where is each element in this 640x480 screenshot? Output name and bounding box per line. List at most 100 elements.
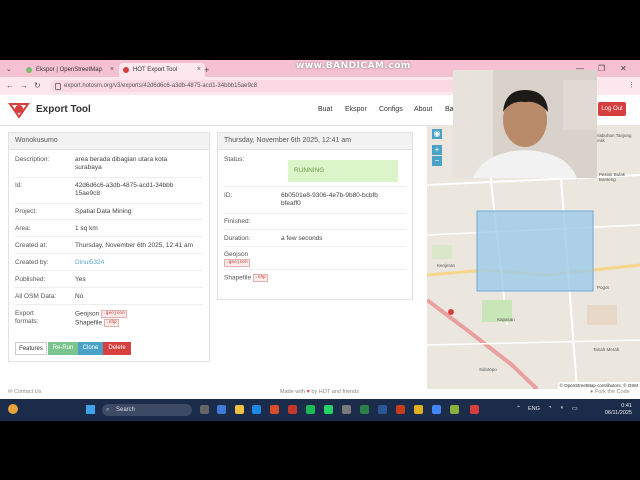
lock-icon <box>55 83 61 90</box>
label-project: Project: <box>15 208 38 215</box>
nav-buat[interactable]: Buat <box>318 104 332 116</box>
qgis-icon[interactable] <box>450 405 459 414</box>
powerpoint-icon[interactable] <box>396 405 405 414</box>
value-id: 42d6d6c6-a3db-4875-acd1-34bbb15ae9c8 <box>75 182 174 197</box>
created-by-link[interactable]: Dinul5324 <box>75 259 104 267</box>
file-shapefile-label: Shapefile <box>224 274 252 282</box>
office-icon[interactable] <box>270 405 279 414</box>
zoom-in-button[interactable]: + <box>432 145 442 155</box>
contact-us-label: Contact Us <box>14 389 42 395</box>
value-export-formats: Geojson .geojson Shapefile .shp <box>75 310 127 327</box>
forward-button[interactable]: → <box>20 79 28 93</box>
chrome-icon[interactable] <box>432 405 441 414</box>
fork-code-link[interactable]: ● Fork the Code <box>590 385 630 399</box>
label-created-by: Created by: <box>15 259 49 266</box>
clock-date: 06/11/2025 <box>604 410 632 416</box>
export-details-card: Wonokusumo Description: area berada diba… <box>8 132 210 362</box>
search-icon: ⌕ <box>106 407 110 413</box>
recorder-watermark: www.BANDICAM.com <box>296 61 411 71</box>
url-text: export.hotosm.org/v3/exports/42d6d6c6-a3… <box>64 83 258 89</box>
label-export-formats: Export formats: <box>15 310 39 325</box>
value-duration: a few seconds <box>281 235 323 242</box>
github-icon: ● <box>590 389 594 395</box>
back-button[interactable]: ← <box>6 79 14 93</box>
label-all-osm-data: All OSM Data: <box>15 293 57 300</box>
weather-icon[interactable] <box>8 404 18 414</box>
app-title[interactable]: Export Tool <box>36 103 91 117</box>
reload-button[interactable]: ↻ <box>34 79 41 93</box>
label-id: Id: <box>15 182 23 189</box>
tray-overflow-icon[interactable]: ⌃ <box>516 405 521 412</box>
export-name-header: Wonokusumo <box>9 133 209 150</box>
made-with-suffix: by HOT and friends <box>311 389 359 395</box>
delete-button[interactable]: Delete <box>103 342 131 355</box>
file-geojson-label: Geojson <box>224 251 249 258</box>
file-geojson[interactable]: Geojson .geojson <box>224 251 250 268</box>
value-project: Spatial Data Mining <box>75 208 132 215</box>
browser-menu-button[interactable]: ⋮ <box>628 80 635 92</box>
tab-hot-export-tool[interactable]: HOT Export Tool × <box>119 63 205 77</box>
volume-icon[interactable]: ◖ <box>560 405 564 411</box>
label-finished: Finished: <box>224 218 251 225</box>
nav-about[interactable]: About <box>414 104 432 116</box>
taskbar-search-input[interactable]: ⌕ Search <box>102 404 192 416</box>
label-run-id: ID: <box>224 192 233 199</box>
export-run-card: Thursday, November 6th 2025, 12:41 am St… <box>217 132 413 300</box>
rerun-button[interactable]: Re-Run <box>48 342 78 355</box>
clock-time: 0:41 <box>621 403 632 409</box>
file-shapefile[interactable]: Shapefile .shp <box>224 274 268 283</box>
value-published: Yes <box>75 276 86 283</box>
nav-configs[interactable]: Configs <box>379 104 403 116</box>
wifi-icon[interactable]: ◔ <box>548 405 552 411</box>
mail-icon: ✉ <box>8 389 13 395</box>
restore-button[interactable]: ❐ <box>598 63 605 75</box>
tab-menu-button[interactable]: ⌄ <box>6 63 12 77</box>
fork-code-label: Fork the Code <box>594 389 630 395</box>
contact-us-link[interactable]: ✉ Contact Us <box>8 385 41 399</box>
label-description: Description: <box>15 156 50 163</box>
app-icon[interactable] <box>414 405 423 414</box>
map-locate-button[interactable]: ◉ <box>432 129 442 139</box>
status-badge: RUNNING <box>288 160 398 182</box>
task-view-icon[interactable] <box>200 405 209 414</box>
zoom-out-button[interactable]: − <box>432 156 442 166</box>
detail-row-created-at: Created at: Thursday, November 6th 2025,… <box>15 239 203 254</box>
word-icon[interactable] <box>378 405 387 414</box>
map-label: Pelabuhan Tanjung Perak <box>593 133 632 143</box>
new-tab-button[interactable]: + <box>204 63 209 77</box>
map-label: Kenjeran <box>437 263 456 268</box>
bandicam-icon[interactable] <box>470 405 479 414</box>
features-button[interactable]: Features <box>15 342 47 355</box>
made-with-text: Made with ♥ by HOT and friends <box>280 385 359 399</box>
start-icon[interactable] <box>86 405 95 414</box>
format-shapefile: Shapefile <box>75 319 103 327</box>
close-tab-icon[interactable]: × <box>197 63 201 77</box>
map-label: Kapasan <box>497 317 515 322</box>
whatsapp-icon[interactable] <box>324 405 333 414</box>
spotify-icon[interactable] <box>306 405 315 414</box>
logout-button[interactable]: Log Out <box>598 102 626 116</box>
osm-favicon-icon <box>26 67 32 73</box>
close-window-button[interactable]: ✕ <box>620 63 627 75</box>
run-row-geojson: Geojson .geojson <box>224 249 406 270</box>
language-indicator[interactable]: ENG <box>528 406 540 412</box>
nav-ekspor[interactable]: Ekspor <box>345 104 367 116</box>
file-tag-shp: .shp <box>252 274 268 282</box>
value-description: area berada dibagian utara kota surabaya <box>75 156 168 171</box>
tab-openstreetmap[interactable]: Ekspor | OpenStreetMap × <box>22 63 118 77</box>
settings-icon[interactable] <box>342 405 351 414</box>
edge-icon[interactable] <box>252 405 261 414</box>
clone-button[interactable]: Clone <box>78 342 103 355</box>
excel-icon[interactable] <box>360 405 369 414</box>
widgets-icon[interactable] <box>217 405 226 414</box>
run-row-duration: Duration: a few seconds <box>224 232 406 247</box>
label-status: Status: <box>224 156 245 163</box>
close-tab-icon[interactable]: × <box>110 63 114 77</box>
url-input[interactable]: export.hotosm.org/v3/exports/42d6d6c6-a3… <box>50 80 460 92</box>
battery-icon[interactable]: ▭ <box>572 405 578 412</box>
run-row-id: ID: 6b0501e8-9306-4e7b-9b80-bcbfbbfeaff0 <box>224 189 406 214</box>
file-explorer-icon[interactable] <box>235 405 244 414</box>
pdf-app-icon[interactable] <box>288 405 297 414</box>
clock[interactable]: 0:41 06/11/2025 <box>596 403 632 417</box>
windows-taskbar: ⌕ Search ⌃ ENG ◔ ◖ ▭ 0:41 06/11/2025 <box>0 399 640 421</box>
